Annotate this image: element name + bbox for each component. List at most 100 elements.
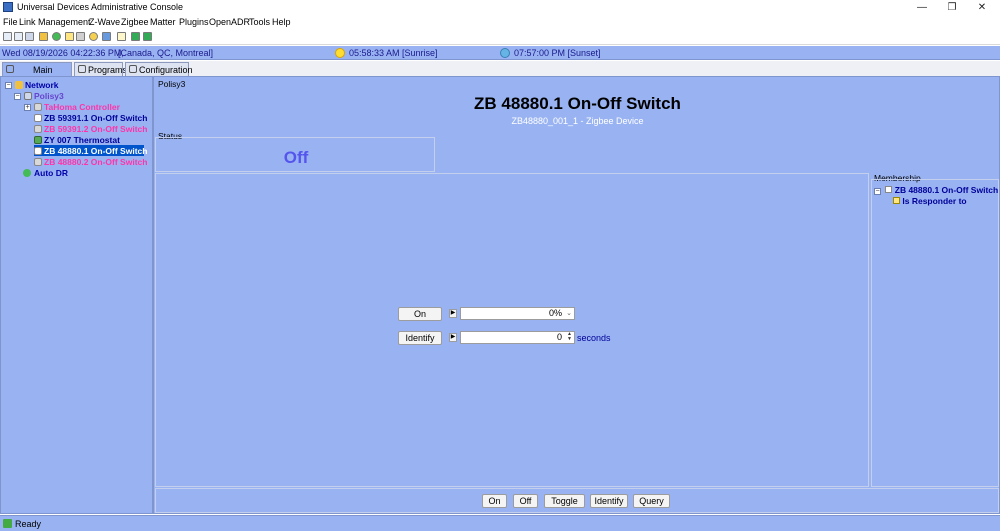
- switch-icon: [34, 114, 42, 122]
- menu-plugins[interactable]: Plugins: [179, 17, 209, 27]
- controller-icon: [24, 92, 32, 100]
- device-detail-panel: Polisy3 ZB 48880.1 On-Off Switch ZB48880…: [153, 76, 1000, 514]
- chart-icon[interactable]: [102, 32, 111, 41]
- tree-label: TaHoma Controller: [44, 102, 120, 112]
- tree-node-zb48880-2[interactable]: ZB 48880.2 On-Off Switch: [3, 157, 148, 168]
- notes-icon[interactable]: [117, 32, 126, 41]
- collapse-icon[interactable]: −: [874, 188, 881, 195]
- minimize-button[interactable]: —: [908, 0, 936, 15]
- tree-label: Network: [25, 80, 59, 90]
- tree-label: ZB 59391.1 On-Off Switch: [44, 113, 148, 123]
- menu-file[interactable]: File: [3, 17, 18, 27]
- tab-configuration-label: Configuration: [139, 65, 193, 75]
- tree-node-zb59391-1[interactable]: ZB 59391.1 On-Off Switch: [3, 113, 148, 124]
- tab-main[interactable]: Main: [2, 62, 72, 76]
- device-on-icon[interactable]: [131, 32, 140, 41]
- menu-tools[interactable]: Tools: [249, 17, 270, 27]
- menu-zigbee[interactable]: Zigbee: [121, 17, 149, 27]
- collapse-icon[interactable]: −: [14, 93, 21, 100]
- menu-z-wave[interactable]: Z-Wave: [89, 17, 120, 27]
- identify-apply-arrow-icon[interactable]: ▶: [449, 333, 457, 342]
- menu-help[interactable]: Help: [272, 17, 291, 27]
- menu-matter[interactable]: Matter: [150, 17, 176, 27]
- cmd-on-button[interactable]: On: [482, 494, 507, 508]
- status-box: Off: [155, 137, 435, 172]
- chevron-down-icon: ⌄: [566, 310, 572, 317]
- ready-icon: [3, 519, 12, 528]
- status-bar: Ready: [0, 515, 1000, 531]
- cmd-identify-button[interactable]: Identify: [590, 494, 628, 508]
- location: [Canada, QC, Montreal]: [118, 48, 214, 58]
- switch-icon: [34, 125, 42, 133]
- tree-node-tahoma[interactable]: + TaHoma Controller: [3, 102, 143, 113]
- moon-icon: [500, 48, 510, 58]
- tree-node-zb59391-2[interactable]: ZB 59391.2 On-Off Switch: [3, 124, 148, 135]
- menu-link-management[interactable]: Link Management: [19, 17, 91, 27]
- wrench-icon: [129, 65, 137, 73]
- app-icon: [3, 2, 13, 12]
- controls-area: [155, 173, 869, 487]
- tree-node-zy007[interactable]: ZY 007 Thermostat: [3, 135, 148, 146]
- tree-label: ZB 59391.2 On-Off Switch: [44, 124, 148, 134]
- switch-icon: [885, 186, 893, 193]
- breadcrumb: Polisy3: [158, 79, 186, 89]
- cmd-toggle-button[interactable]: Toggle: [544, 494, 585, 508]
- refresh-icon[interactable]: [52, 32, 61, 41]
- thermostat-icon: [34, 136, 42, 144]
- tree-node-polisy[interactable]: − Polisy3: [3, 91, 143, 102]
- spinner-icon[interactable]: ▲ ▼: [566, 332, 573, 343]
- folder-icon[interactable]: [39, 32, 48, 41]
- link-icon[interactable]: [76, 32, 85, 41]
- device-off-icon[interactable]: [143, 32, 152, 41]
- maximize-button[interactable]: ❐: [938, 0, 966, 15]
- toolbar: [0, 29, 1000, 45]
- programs-icon: [78, 65, 86, 73]
- sun-icon: [335, 48, 345, 58]
- membership-device-row[interactable]: − ZB 48880.1 On-Off Switch: [874, 185, 998, 195]
- tab-programs-label: Programs: [88, 65, 128, 75]
- membership-role-label: Is Responder to: [902, 196, 967, 206]
- identify-seconds-stepper[interactable]: 0 ▲ ▼: [460, 331, 575, 344]
- current-datetime: Wed 08/19/2026 04:22:36 PM,: [2, 48, 124, 58]
- seconds-label: seconds: [577, 333, 611, 343]
- identify-button[interactable]: Identify: [398, 331, 442, 345]
- tree-icon[interactable]: [25, 32, 34, 41]
- clock-icon[interactable]: [89, 32, 98, 41]
- identify-seconds-value: 0: [556, 332, 562, 342]
- device-subtitle: ZB48880_001_1 - Zigbee Device: [511, 116, 644, 126]
- status-text: Ready: [15, 519, 42, 529]
- on-button[interactable]: On: [398, 307, 442, 321]
- device-title: ZB 48880.1 On-Off Switch: [474, 94, 681, 113]
- membership-role-row[interactable]: Is Responder to: [893, 196, 967, 206]
- expand-all-icon[interactable]: [3, 32, 12, 41]
- close-button[interactable]: ✕: [968, 0, 996, 15]
- device-tree: − Network − Polisy3 + TaHoma Controller …: [0, 76, 153, 514]
- tree-node-network[interactable]: − Network: [3, 80, 143, 91]
- auto-dr-icon: [23, 169, 31, 177]
- device-icon: [34, 103, 42, 111]
- tab-bar: Main Programs Configuration: [0, 61, 1000, 76]
- membership-device-label: ZB 48880.1 On-Off Switch: [894, 185, 999, 195]
- tree-label: ZB 48880.1 On-Off Switch: [44, 146, 148, 156]
- tree-label: Polisy3: [34, 91, 64, 101]
- home-icon: [6, 65, 14, 73]
- collapse-icon[interactable]: −: [5, 82, 12, 89]
- lightbulb-icon[interactable]: [65, 32, 74, 41]
- on-apply-arrow-icon[interactable]: ▶: [449, 309, 457, 318]
- tab-configuration[interactable]: Configuration: [125, 62, 193, 76]
- tab-programs[interactable]: Programs: [74, 62, 127, 76]
- cmd-query-button[interactable]: Query: [633, 494, 670, 508]
- tree-node-autodr[interactable]: Auto DR: [3, 168, 143, 179]
- tab-main-label: Main: [33, 65, 53, 75]
- tree-node-zb48880-1[interactable]: ZB 48880.1 On-Off Switch: [3, 146, 148, 157]
- folder-icon: [15, 81, 23, 89]
- responder-icon: [893, 197, 900, 204]
- info-bar: Wed 08/19/2026 04:22:36 PM, [Canada, QC,…: [0, 46, 1000, 60]
- collapse-all-icon[interactable]: [14, 32, 23, 41]
- menu-openadr[interactable]: OpenADR: [209, 17, 250, 27]
- expand-icon[interactable]: +: [24, 104, 31, 111]
- on-level-select[interactable]: 0% ⌄: [460, 307, 575, 320]
- window-title: Universal Devices Administrative Console: [17, 2, 184, 12]
- tree-label: ZB 48880.2 On-Off Switch: [44, 157, 148, 167]
- cmd-off-button[interactable]: Off: [513, 494, 538, 508]
